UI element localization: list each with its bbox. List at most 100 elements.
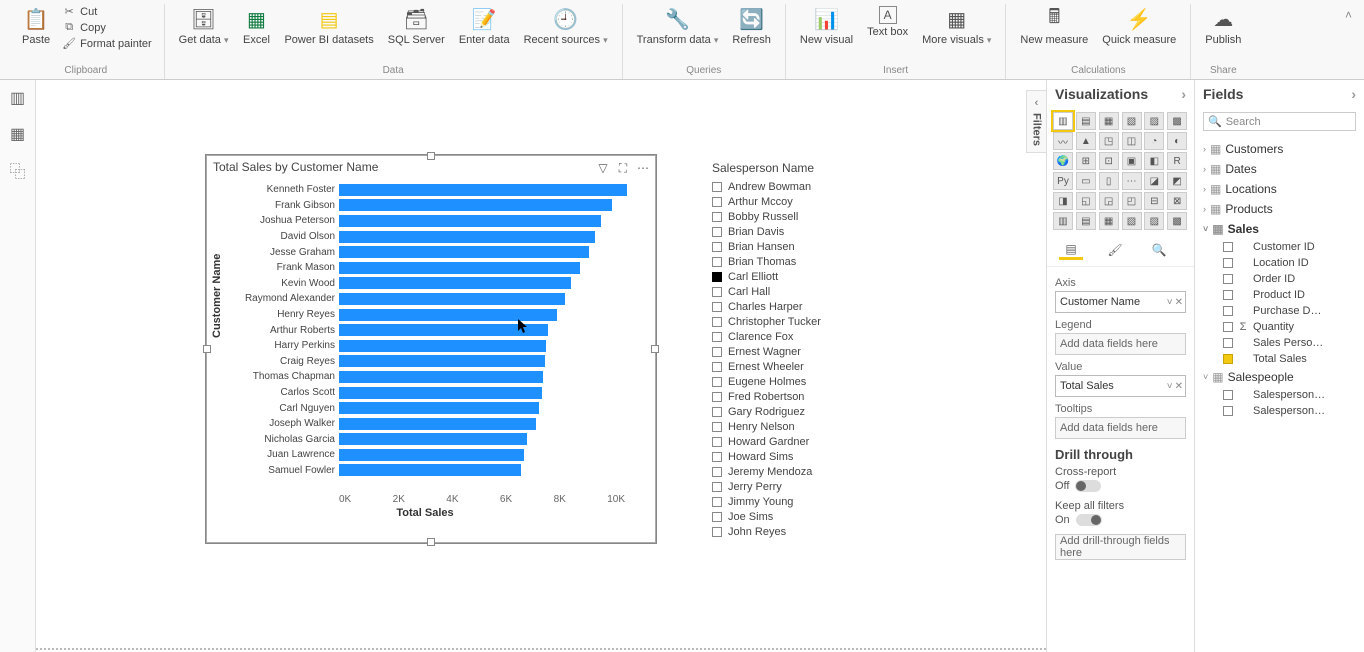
collapse-viz-icon[interactable]: › bbox=[1181, 86, 1186, 102]
viz-type-icon[interactable]: 🌍 bbox=[1053, 152, 1073, 170]
table-row[interactable]: ›▦Products bbox=[1203, 199, 1356, 219]
new-visual-button[interactable]: 📊New visual bbox=[794, 4, 859, 64]
checkbox-icon[interactable] bbox=[712, 392, 722, 402]
field-row[interactable]: Purchase D… bbox=[1203, 303, 1356, 319]
viz-type-icon[interactable]: ◧ bbox=[1144, 152, 1164, 170]
slicer-item[interactable]: Gary Rodriguez bbox=[712, 404, 902, 419]
field-row[interactable]: Location ID bbox=[1203, 255, 1356, 271]
viz-type-icon[interactable]: ⋯ bbox=[1122, 172, 1142, 190]
viz-type-icon[interactable]: Py bbox=[1053, 172, 1073, 190]
slicer-item[interactable]: John Reyes bbox=[712, 524, 902, 539]
chevron-icon[interactable]: › bbox=[1203, 204, 1206, 214]
bar[interactable] bbox=[339, 402, 539, 414]
viz-type-icon[interactable]: ▯ bbox=[1099, 172, 1119, 190]
viz-type-icon[interactable]: ▥ bbox=[1053, 112, 1073, 130]
bar[interactable] bbox=[339, 184, 627, 196]
viz-type-icon[interactable]: ▦ bbox=[1099, 212, 1119, 230]
checkbox-icon[interactable] bbox=[1223, 274, 1233, 284]
expand-filters-icon[interactable]: ‹ bbox=[1035, 97, 1039, 109]
slicer-item[interactable]: Charles Harper bbox=[712, 299, 902, 314]
chevron-icon[interactable]: ˅ bbox=[1203, 372, 1208, 382]
report-canvas[interactable]: Total Sales by Customer Name ▽ ⛶ ⋯ Custo… bbox=[36, 80, 1046, 652]
chevron-icon[interactable]: › bbox=[1203, 164, 1206, 174]
field-row[interactable]: Total Sales bbox=[1203, 351, 1356, 367]
chevron-down-icon[interactable]: ˅ bbox=[1167, 381, 1173, 392]
checkbox-icon[interactable] bbox=[1223, 242, 1233, 252]
format-tab-icon[interactable]: 🖌 bbox=[1103, 240, 1127, 260]
viz-type-icon[interactable]: ▭ bbox=[1076, 172, 1096, 190]
viz-type-icon[interactable]: ▲ bbox=[1076, 132, 1096, 150]
checkbox-icon[interactable] bbox=[712, 482, 722, 492]
checkbox-icon[interactable] bbox=[1223, 390, 1233, 400]
remove-icon[interactable]: ✕ bbox=[1175, 381, 1183, 392]
checkbox-icon[interactable] bbox=[1223, 322, 1233, 332]
checkbox-icon[interactable] bbox=[712, 212, 722, 222]
slicer-item[interactable]: Jimmy Young bbox=[712, 494, 902, 509]
slicer-item[interactable]: Arthur Mccoy bbox=[712, 194, 902, 209]
table-row[interactable]: ›▦Customers bbox=[1203, 139, 1356, 159]
table-row[interactable]: ›▦Dates bbox=[1203, 159, 1356, 179]
slicer-item[interactable]: Brian Thomas bbox=[712, 254, 902, 269]
checkbox-icon[interactable] bbox=[712, 197, 722, 207]
slicer-item[interactable]: Clarence Fox bbox=[712, 329, 902, 344]
transform-data-button[interactable]: 🔧Transform data ▾ bbox=[631, 4, 725, 64]
get-data-button[interactable]: 🗄Get data ▾ bbox=[173, 4, 235, 64]
bar[interactable] bbox=[339, 418, 536, 430]
new-measure-button[interactable]: 🖩New measure bbox=[1014, 4, 1094, 64]
model-view-icon[interactable]: ⿻ bbox=[8, 160, 28, 180]
slicer-item[interactable]: Henry Nelson bbox=[712, 419, 902, 434]
slicer-item[interactable]: Joe Sims bbox=[712, 509, 902, 524]
chevron-down-icon[interactable]: ˅ bbox=[1167, 297, 1173, 308]
slicer-item[interactable]: Ernest Wagner bbox=[712, 344, 902, 359]
field-row[interactable]: Order ID bbox=[1203, 271, 1356, 287]
slicer-item[interactable]: Brian Davis bbox=[712, 224, 902, 239]
excel-button[interactable]: ▦Excel bbox=[236, 4, 276, 64]
table-row[interactable]: ˅▦Salespeople bbox=[1203, 367, 1356, 387]
viz-type-icon[interactable]: ◱ bbox=[1076, 192, 1096, 210]
checkbox-icon[interactable] bbox=[712, 422, 722, 432]
viz-type-icon[interactable]: ▤ bbox=[1076, 112, 1096, 130]
slicer-item[interactable]: Bobby Russell bbox=[712, 209, 902, 224]
bar[interactable] bbox=[339, 293, 565, 305]
fields-search-input[interactable]: 🔍Search bbox=[1203, 112, 1356, 131]
viz-type-icon[interactable]: ⊞ bbox=[1076, 152, 1096, 170]
chevron-icon[interactable]: › bbox=[1203, 144, 1206, 154]
bar[interactable] bbox=[339, 199, 612, 211]
checkbox-icon[interactable] bbox=[712, 302, 722, 312]
publish-button[interactable]: ☁Publish bbox=[1199, 4, 1247, 64]
viz-type-icon[interactable]: ▥ bbox=[1053, 212, 1073, 230]
field-row[interactable]: Sales Perso… bbox=[1203, 335, 1356, 351]
checkbox-icon[interactable] bbox=[712, 272, 722, 282]
viz-type-icon[interactable]: ◐ bbox=[1167, 132, 1187, 150]
value-well[interactable]: Total Sales˅✕ bbox=[1055, 375, 1186, 397]
bar[interactable] bbox=[339, 231, 595, 243]
slicer-item[interactable]: Jerry Perry bbox=[712, 479, 902, 494]
bar[interactable] bbox=[339, 371, 543, 383]
checkbox-icon[interactable] bbox=[712, 182, 722, 192]
viz-type-icon[interactable]: ◳ bbox=[1099, 132, 1119, 150]
viz-type-icon[interactable]: ◔ bbox=[1144, 132, 1164, 150]
checkbox-icon[interactable] bbox=[712, 407, 722, 417]
viz-type-icon[interactable]: ◪ bbox=[1144, 172, 1164, 190]
format-painter-button[interactable]: 🖌Format painter bbox=[58, 36, 156, 51]
checkbox-icon[interactable] bbox=[712, 347, 722, 357]
slicer-item[interactable]: Jeremy Mendoza bbox=[712, 464, 902, 479]
checkbox-icon[interactable] bbox=[712, 317, 722, 327]
cross-report-toggle[interactable] bbox=[1075, 480, 1101, 492]
bar[interactable] bbox=[339, 277, 571, 289]
bar[interactable] bbox=[339, 340, 546, 352]
viz-type-icon[interactable]: ▣ bbox=[1122, 152, 1142, 170]
slicer-item[interactable]: Howard Gardner bbox=[712, 434, 902, 449]
bar[interactable] bbox=[339, 464, 521, 476]
viz-type-icon[interactable]: ▨ bbox=[1144, 212, 1164, 230]
viz-type-icon[interactable]: ◲ bbox=[1099, 192, 1119, 210]
viz-type-icon[interactable]: 〰 bbox=[1053, 132, 1073, 150]
slicer-item[interactable]: Andrew Bowman bbox=[712, 179, 902, 194]
slicer-item[interactable]: Brian Hansen bbox=[712, 239, 902, 254]
paste-button[interactable]: 📋Paste bbox=[16, 4, 56, 64]
fields-tab-icon[interactable]: ▤ bbox=[1059, 240, 1083, 260]
pbi-datasets-button[interactable]: ▤Power BI datasets bbox=[278, 4, 379, 64]
refresh-button[interactable]: 🔄Refresh bbox=[726, 4, 777, 64]
resize-handle[interactable] bbox=[427, 152, 435, 160]
checkbox-icon[interactable] bbox=[712, 377, 722, 387]
